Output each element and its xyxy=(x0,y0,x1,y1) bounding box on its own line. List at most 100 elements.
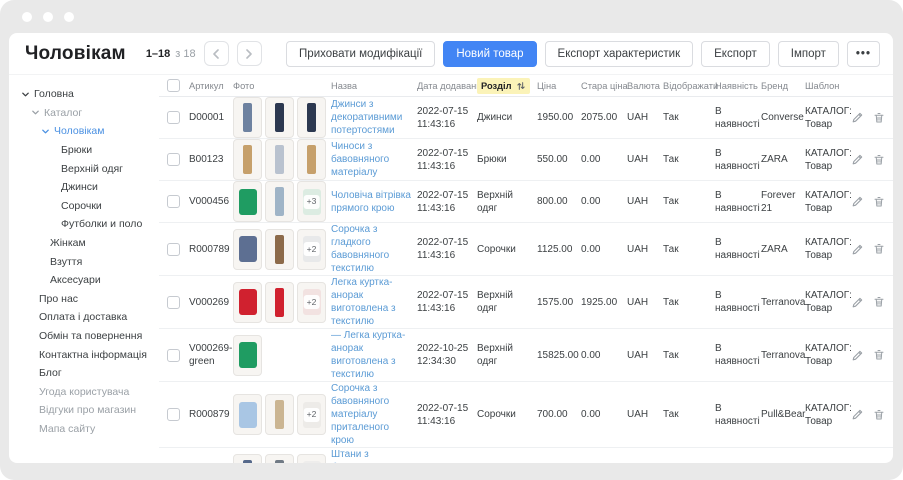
sidebar-item-jeans[interactable]: Джинси xyxy=(9,178,159,197)
export-characteristics-button[interactable]: Експорт характеристик xyxy=(545,41,694,67)
column-header-name[interactable]: Назва xyxy=(331,81,417,91)
product-photo-thumbnail[interactable] xyxy=(265,282,294,323)
sidebar-item-blog[interactable]: Блог xyxy=(9,364,159,383)
product-photo-thumbnail[interactable] xyxy=(233,282,262,323)
product-name-link[interactable]: Чоловіча вітрівка прямого крою xyxy=(331,189,417,215)
sidebar-item-trousers[interactable]: Брюки xyxy=(9,141,159,160)
edit-button[interactable] xyxy=(851,408,864,422)
product-name-link[interactable]: Чиноси з бавовняного матеріалу xyxy=(331,140,417,179)
product-name-link[interactable]: Джинси з декоративними потертостями xyxy=(331,98,417,137)
edit-button[interactable] xyxy=(851,195,864,209)
delete-button[interactable] xyxy=(873,111,885,125)
column-header-display[interactable]: Відображати xyxy=(663,81,715,91)
delete-button[interactable] xyxy=(873,242,885,256)
sidebar-item-women[interactable]: Жінкам xyxy=(9,234,159,253)
column-header-price[interactable]: Ціна xyxy=(537,81,581,91)
more-photos-thumbnail[interactable]: +2 xyxy=(297,454,326,464)
row-checkbox[interactable] xyxy=(167,195,180,208)
column-header-sku[interactable]: Артикул xyxy=(189,81,233,91)
column-header-section[interactable]: Розділ xyxy=(477,78,537,94)
sidebar-item-contact-info[interactable]: Контактна інформація xyxy=(9,345,159,364)
sidebar-item-exchange-returns[interactable]: Обмін та повернення xyxy=(9,327,159,346)
edit-button[interactable] xyxy=(851,295,864,309)
select-all-checkbox[interactable] xyxy=(167,79,180,92)
row-checkbox[interactable] xyxy=(167,153,180,166)
row-checkbox[interactable] xyxy=(167,243,180,256)
sort-icon[interactable] xyxy=(516,81,526,91)
row-checkbox[interactable] xyxy=(167,408,180,421)
more-photos-thumbnail[interactable]: +2 xyxy=(297,394,326,435)
sidebar-item-shirts[interactable]: Сорочки xyxy=(9,197,159,216)
product-photo-thumbnail[interactable] xyxy=(265,139,294,180)
product-photo-thumbnail[interactable] xyxy=(233,454,262,464)
product-photo-thumbnail[interactable] xyxy=(265,394,294,435)
cell-section: Джинси xyxy=(477,111,537,124)
product-name-link[interactable]: Сорочка з гладкого бавовняного текстилю xyxy=(331,223,417,275)
product-name-link[interactable]: Сорочка з бавовняного матеріалу притален… xyxy=(331,382,417,447)
product-photo-thumbnail[interactable] xyxy=(265,181,294,222)
cell-sku: V000456 xyxy=(189,195,233,208)
product-photo-thumbnail[interactable] xyxy=(265,97,294,138)
product-photo-thumbnail[interactable] xyxy=(233,394,262,435)
column-header-photo[interactable]: Фото xyxy=(233,81,331,91)
window-control-dot[interactable] xyxy=(22,12,32,22)
column-header-currency[interactable]: Валюта xyxy=(627,81,663,91)
product-name-link[interactable]: Легка куртка-анорак виготовлена з тексти… xyxy=(331,276,417,328)
window-control-dot[interactable] xyxy=(64,12,74,22)
sidebar-item-shoes[interactable]: Взуття xyxy=(9,252,159,271)
product-photo-thumbnail[interactable] xyxy=(265,229,294,270)
product-photo-thumbnail[interactable] xyxy=(265,454,294,464)
delete-button[interactable] xyxy=(873,153,885,167)
page-title: Чоловікам xyxy=(25,43,126,65)
sidebar-item-accessories[interactable]: Аксесуари xyxy=(9,271,159,290)
sidebar-item-men[interactable]: Чоловікам xyxy=(9,122,159,141)
edit-button[interactable] xyxy=(851,153,864,167)
sidebar-item-label: Мапа сайту xyxy=(39,423,95,435)
new-product-button[interactable]: Новий товар xyxy=(443,41,536,67)
product-photo-thumbnail[interactable] xyxy=(233,335,262,376)
sidebar-item-about[interactable]: Про нас xyxy=(9,290,159,309)
column-header-brand[interactable]: Бренд xyxy=(761,81,805,91)
edit-button[interactable] xyxy=(851,111,864,125)
product-photo-thumbnail[interactable] xyxy=(233,181,262,222)
prev-page-button[interactable] xyxy=(204,41,229,66)
row-checkbox[interactable] xyxy=(167,349,180,362)
more-photos-thumbnail[interactable]: +2 xyxy=(297,282,326,323)
garment-shape xyxy=(275,235,284,264)
window-control-dot[interactable] xyxy=(43,12,53,22)
product-photo-thumbnail[interactable] xyxy=(233,97,262,138)
product-name-link[interactable]: — Легка куртка-анорак виготовлена з текс… xyxy=(331,329,417,381)
delete-button[interactable] xyxy=(873,295,885,309)
sidebar-item-outerwear[interactable]: Верхній одяг xyxy=(9,159,159,178)
delete-button[interactable] xyxy=(873,408,885,422)
column-header-old_price[interactable]: Стара ціна xyxy=(581,81,627,91)
column-header-availability[interactable]: Наявність xyxy=(715,81,761,91)
sidebar-item-tshirts-polo[interactable]: Футболки и поло xyxy=(9,215,159,234)
edit-button[interactable] xyxy=(851,242,864,256)
row-checkbox[interactable] xyxy=(167,111,180,124)
product-photo-thumbnail[interactable] xyxy=(297,139,326,180)
product-photo-thumbnail[interactable] xyxy=(233,139,262,180)
hide-modifications-button[interactable]: Приховати модифікації xyxy=(286,41,435,67)
product-photo-thumbnail[interactable] xyxy=(233,229,262,270)
export-button[interactable]: Експорт xyxy=(701,41,770,67)
row-checkbox[interactable] xyxy=(167,296,180,309)
sidebar-item-home[interactable]: Головна xyxy=(9,85,159,104)
edit-button[interactable] xyxy=(851,348,864,362)
column-header-template[interactable]: Шаблон xyxy=(805,81,851,91)
sidebar-item-sitemap[interactable]: Мапа сайту xyxy=(9,420,159,439)
delete-button[interactable] xyxy=(873,195,885,209)
sidebar-item-store-reviews[interactable]: Відгуки про магазин xyxy=(9,401,159,420)
import-button[interactable]: Імпорт xyxy=(778,41,839,67)
product-photo-thumbnail[interactable] xyxy=(297,97,326,138)
product-name-link[interactable]: Штани з бавовняного матеріалу прямого кр… xyxy=(331,448,417,463)
column-header-date[interactable]: Дата додавання xyxy=(417,81,477,91)
more-photos-thumbnail[interactable]: +3 xyxy=(297,181,326,222)
more-photos-thumbnail[interactable]: +2 xyxy=(297,229,326,270)
delete-button[interactable] xyxy=(873,348,885,362)
sidebar-item-payment-delivery[interactable]: Оплата і доставка xyxy=(9,308,159,327)
more-actions-button[interactable]: ••• xyxy=(847,41,880,67)
sidebar-item-catalog[interactable]: Каталог xyxy=(9,104,159,123)
sidebar-item-user-agreement[interactable]: Угода користувача xyxy=(9,383,159,402)
next-page-button[interactable] xyxy=(237,41,262,66)
